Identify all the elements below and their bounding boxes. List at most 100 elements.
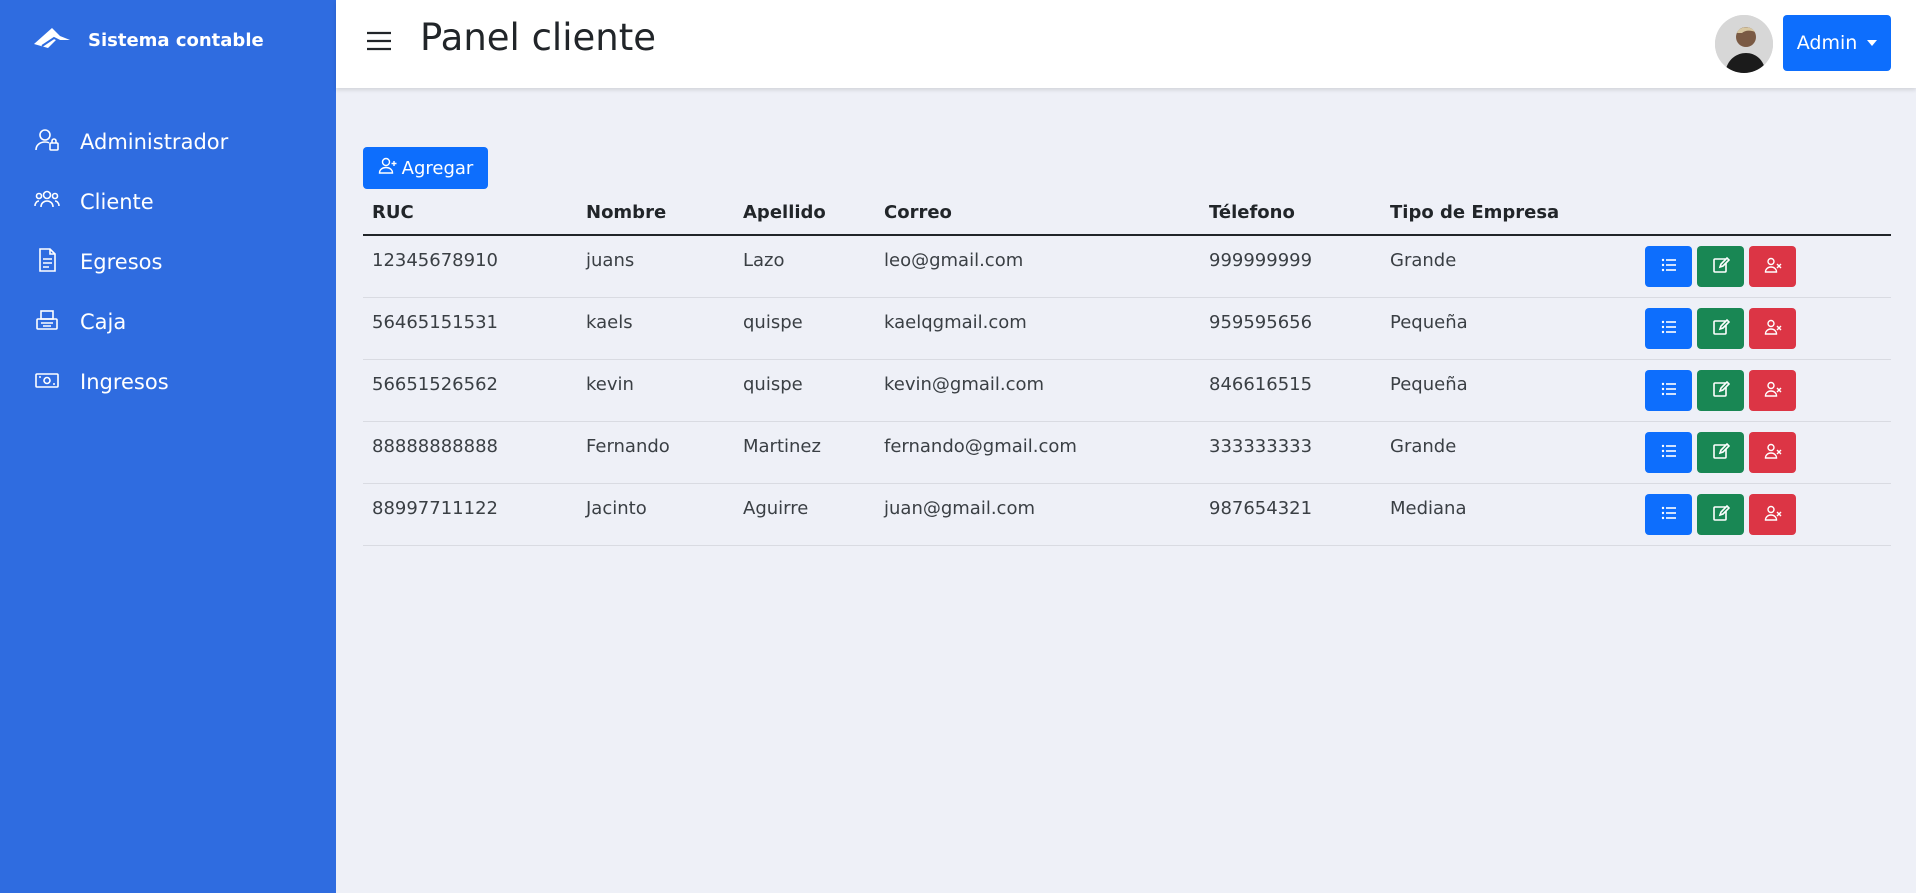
cash-register-icon [34,307,60,337]
caret-down-icon [1867,40,1878,46]
delete-button[interactable] [1749,246,1796,287]
edit-icon [1712,442,1730,463]
delete-button[interactable] [1749,370,1796,411]
edit-icon [1712,318,1730,339]
sidebar-item-caja[interactable]: Caja [0,292,336,352]
sidebar-item-egresos[interactable]: Egresos [0,232,336,292]
table-row: 88997711122 Jacinto Aguirre juan@gmail.c… [363,484,1891,546]
table-header: RUC Nombre Apellido Correo Télefono Tipo… [363,196,1891,236]
sidebar-item-label: Caja [80,310,127,334]
edit-button[interactable] [1697,432,1744,473]
remove-user-icon [1764,256,1782,277]
people-icon [34,187,60,217]
delete-button[interactable] [1749,432,1796,473]
view-details-button[interactable] [1645,308,1692,349]
remove-user-icon [1764,380,1782,401]
row-actions [1645,370,1796,411]
sidebar: Sistema contable Administrador Cliente E… [0,0,336,893]
row-actions [1645,494,1796,535]
sidebar-item-label: Egresos [80,250,163,274]
delete-button[interactable] [1749,308,1796,349]
cell-telefono: 846616515 [1209,374,1313,395]
add-client-button[interactable]: Agregar [363,147,488,189]
view-details-button[interactable] [1645,494,1692,535]
edit-icon [1712,256,1730,277]
remove-user-icon [1764,442,1782,463]
edit-button[interactable] [1697,246,1744,287]
edit-button[interactable] [1697,494,1744,535]
cell-apellido: Lazo [743,250,785,271]
clients-table: RUC Nombre Apellido Correo Télefono Tipo… [363,196,1891,546]
cell-correo: fernando@gmail.com [884,436,1077,457]
cell-apellido: quispe [743,374,803,395]
edit-icon [1712,504,1730,525]
avatar[interactable] [1715,15,1773,73]
user-menu-button[interactable]: Admin [1783,15,1891,71]
edit-icon [1712,380,1730,401]
sidebar-nav: Administrador Cliente Egresos Caja Ingre… [0,112,336,412]
column-header-telefono: Télefono [1209,202,1295,223]
cell-ruc: 56465151531 [372,312,498,333]
cell-apellido: Martinez [743,436,821,457]
row-actions [1645,432,1796,473]
cell-tipo-empresa: Pequeña [1390,374,1468,395]
sidebar-item-label: Administrador [80,130,229,154]
cell-telefono: 959595656 [1209,312,1313,333]
add-button-label: Agregar [401,157,474,179]
sidebar-item-label: Cliente [80,190,154,214]
document-icon [34,247,60,277]
view-details-button[interactable] [1645,432,1692,473]
cell-nombre: juans [586,250,635,271]
cell-apellido: Aguirre [743,498,809,519]
cell-telefono: 999999999 [1209,250,1313,271]
cell-nombre: kaels [586,312,633,333]
menu-toggle-icon[interactable] [364,26,394,56]
cell-tipo-empresa: Mediana [1390,498,1467,519]
brand-name: Sistema contable [88,29,264,51]
add-user-icon [378,156,402,181]
cell-telefono: 987654321 [1209,498,1313,519]
edit-button[interactable] [1697,308,1744,349]
sidebar-item-ingresos[interactable]: Ingresos [0,352,336,412]
page-title: Panel cliente [420,16,656,59]
column-header-nombre: Nombre [586,202,667,223]
cell-correo: kaelqgmail.com [884,312,1027,333]
sidebar-item-administrador[interactable]: Administrador [0,112,336,172]
column-header-apellido: Apellido [743,202,826,223]
cell-ruc: 88997711122 [372,498,498,519]
view-details-button[interactable] [1645,246,1692,287]
list-icon [1660,318,1678,339]
cell-correo: juan@gmail.com [884,498,1036,519]
cell-tipo-empresa: Grande [1390,436,1457,457]
cell-correo: leo@gmail.com [884,250,1024,271]
cell-nombre: Fernando [586,436,670,457]
row-actions [1645,308,1796,349]
list-icon [1660,380,1678,401]
column-header-tipo-empresa: Tipo de Empresa [1390,202,1560,223]
table-row: 56651526562 kevin quispe kevin@gmail.com… [363,360,1891,422]
sidebar-item-label: Ingresos [80,370,169,394]
sidebar-item-cliente[interactable]: Cliente [0,172,336,232]
cell-ruc: 56651526562 [372,374,498,395]
delete-button[interactable] [1749,494,1796,535]
cash-icon [34,367,60,397]
list-icon [1660,256,1678,277]
cell-tipo-empresa: Pequeña [1390,312,1468,333]
cell-apellido: quispe [743,312,803,333]
table-row: 56465151531 kaels quispe kaelqgmail.com … [363,298,1891,360]
cell-telefono: 333333333 [1209,436,1313,457]
admin-icon [34,127,60,157]
user-menu-label: Admin [1796,32,1858,54]
edit-button[interactable] [1697,370,1744,411]
list-icon [1660,442,1678,463]
view-details-button[interactable] [1645,370,1692,411]
cell-nombre: Jacinto [586,498,647,519]
brand[interactable]: Sistema contable [32,24,264,56]
remove-user-icon [1764,318,1782,339]
cell-tipo-empresa: Grande [1390,250,1457,271]
cell-nombre: kevin [586,374,634,395]
remove-user-icon [1764,504,1782,525]
logo-icon [32,24,72,56]
row-actions [1645,246,1796,287]
cell-ruc: 12345678910 [372,250,498,271]
